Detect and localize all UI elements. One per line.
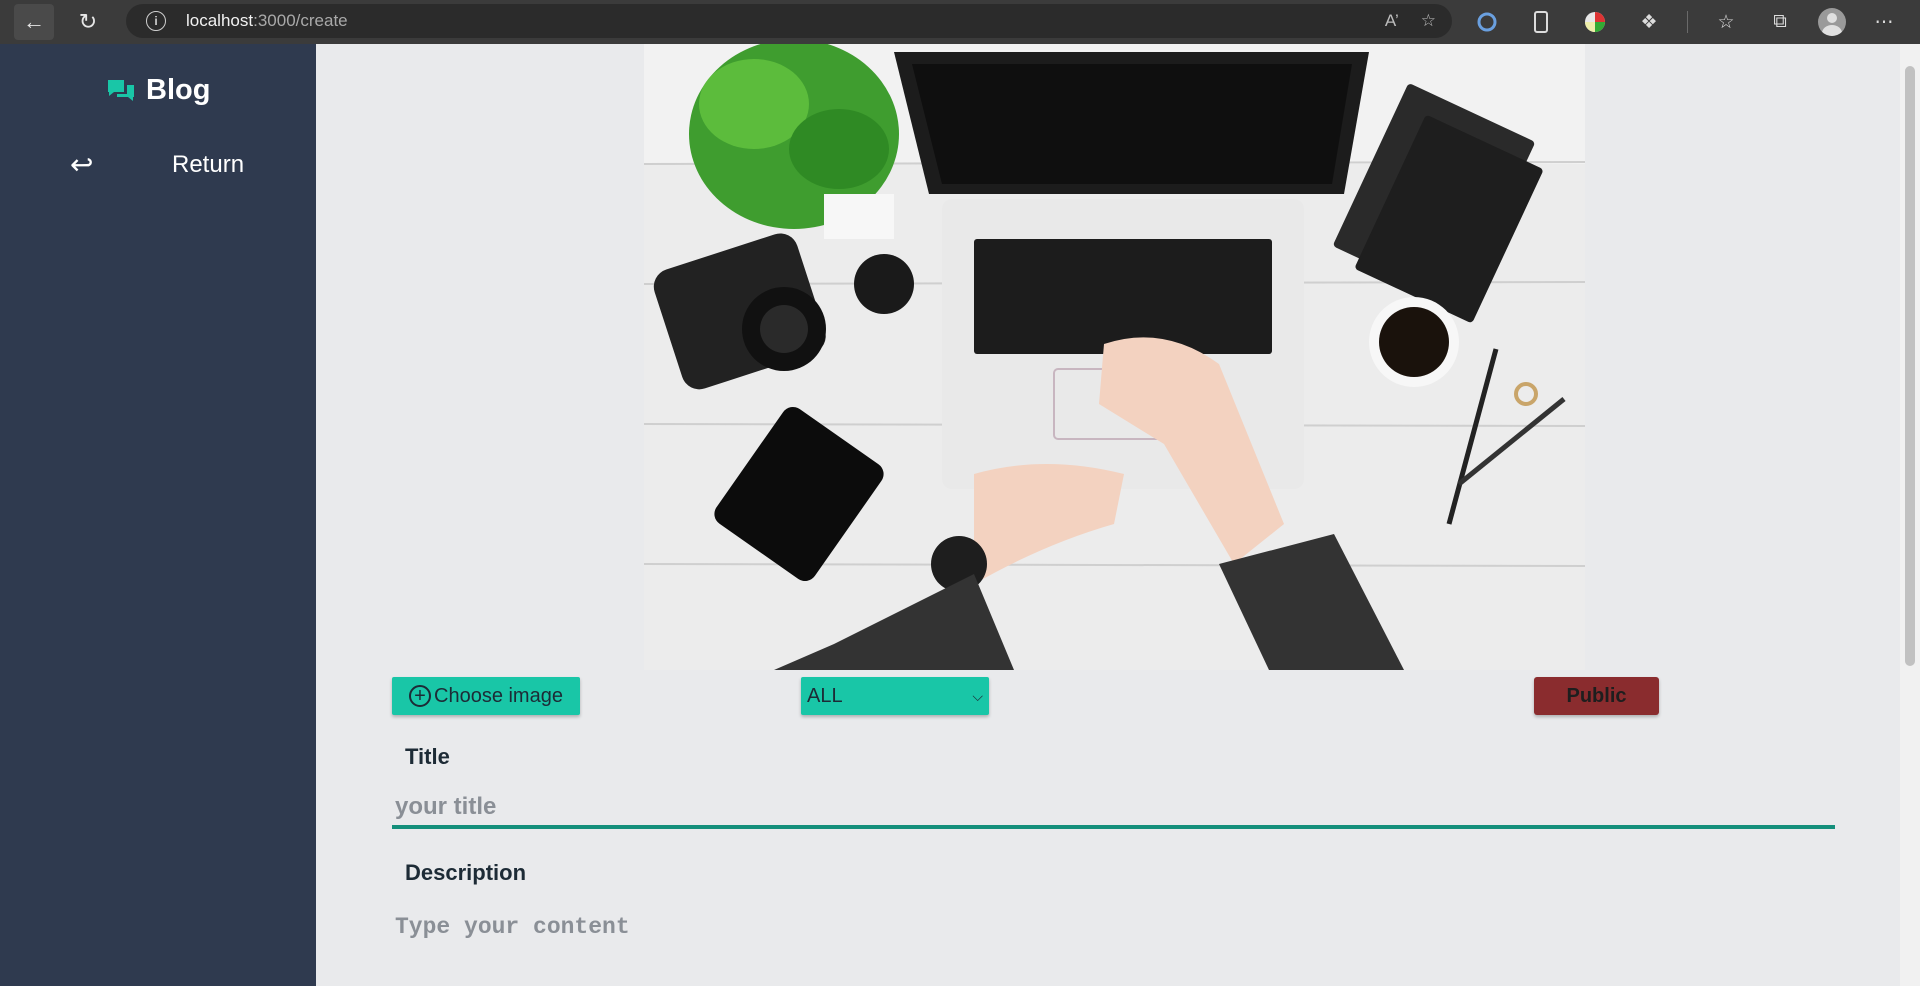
- reload-icon[interactable]: ↻: [68, 4, 108, 40]
- title-label: Title: [405, 744, 450, 769]
- address-bar[interactable]: i localhost:3000/create A’ ☆: [126, 4, 1452, 38]
- page-scrollbar[interactable]: [1900, 44, 1920, 986]
- read-aloud-icon[interactable]: A’: [1385, 11, 1399, 31]
- color-extension-icon[interactable]: [1579, 6, 1611, 38]
- title-input[interactable]: [392, 789, 1835, 829]
- category-selected-value: ALL: [807, 684, 843, 707]
- brand-title: Blog: [146, 74, 211, 106]
- more-options-icon[interactable]: ⋯: [1868, 6, 1900, 38]
- phone-icon[interactable]: [1525, 6, 1557, 38]
- chat-bubbles-icon: [106, 78, 136, 104]
- return-link[interactable]: ↩ Return: [70, 148, 244, 181]
- description-textarea[interactable]: [392, 914, 1835, 984]
- url-path: :3000/create: [253, 11, 348, 30]
- chevron-down-icon: ⌵: [972, 687, 983, 704]
- description-label: Description: [405, 860, 527, 885]
- form-toolbar: + Choose image ALL ⌵ Public: [392, 677, 1659, 717]
- plus-circle-icon: +: [409, 685, 431, 707]
- profile-avatar[interactable]: [1818, 8, 1846, 36]
- brand[interactable]: Blog: [106, 74, 210, 107]
- choose-image-button[interactable]: + Choose image: [392, 677, 580, 715]
- return-label: Return: [172, 150, 245, 178]
- back-arrow-icon[interactable]: ←: [14, 4, 54, 40]
- cover-image-preview: [644, 44, 1585, 670]
- url-host: localhost: [186, 11, 254, 30]
- collections-icon[interactable]: ⧉: [1764, 6, 1796, 38]
- toolbar-divider: [1687, 11, 1688, 33]
- public-button[interactable]: Public: [1534, 677, 1659, 715]
- sidebar: Blog ↩ Return: [0, 44, 316, 986]
- favorites-icon[interactable]: ☆: [1710, 6, 1742, 38]
- add-favorite-icon[interactable]: ☆: [1421, 11, 1436, 31]
- return-arrow-icon: ↩: [70, 149, 94, 180]
- browser-toolbar: ← ↻ i localhost:3000/create A’ ☆ ❖ ☆ ⧉ ⋯: [0, 0, 1920, 44]
- choose-image-label: Choose image: [434, 684, 563, 707]
- category-select[interactable]: ALL ⌵: [801, 677, 989, 715]
- create-post-form: + Choose image ALL ⌵ Public Title Descri…: [316, 44, 1900, 986]
- info-icon[interactable]: i: [146, 11, 166, 31]
- extensions-puzzle-icon[interactable]: ❖: [1633, 6, 1665, 38]
- extension-icon[interactable]: [1471, 6, 1503, 38]
- scrollbar-thumb[interactable]: [1905, 66, 1915, 666]
- url-text[interactable]: localhost:3000/create: [186, 11, 348, 31]
